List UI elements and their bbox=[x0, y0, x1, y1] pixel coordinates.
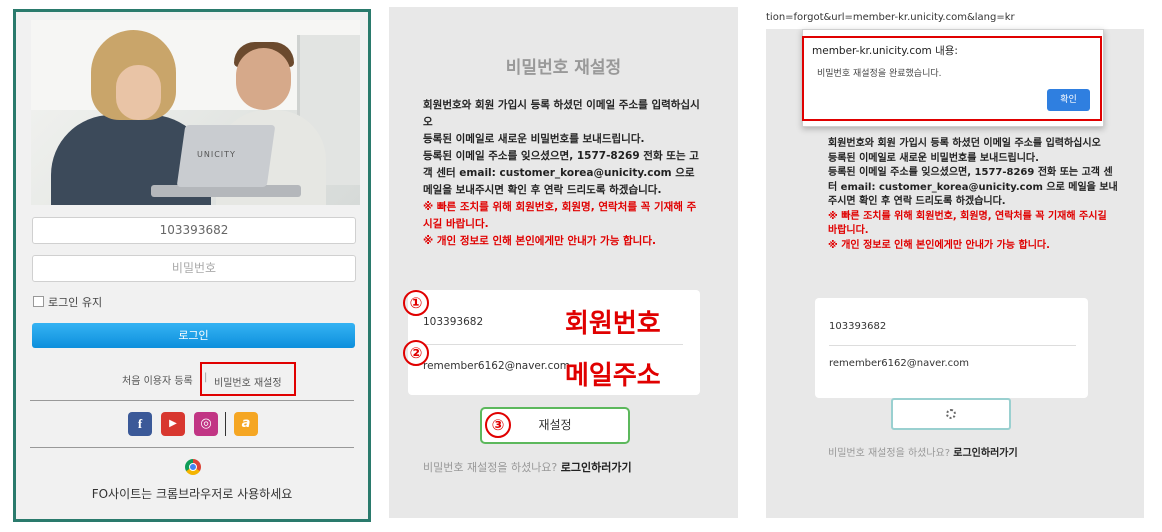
password-reset-link[interactable]: 비밀번호 재설정 bbox=[214, 374, 282, 389]
keep-login-checkbox[interactable]: 로그인 유지 bbox=[33, 294, 102, 310]
step-3-marker: ③ bbox=[485, 412, 511, 438]
email-input[interactable]: remember6162@naver.com bbox=[423, 360, 570, 372]
hero-photo: UNICITY bbox=[31, 20, 360, 205]
youtube-icon[interactable]: ▶ bbox=[161, 412, 185, 436]
step-1-marker: ① bbox=[403, 290, 429, 316]
footer-question: 비밀번호 재설정을 하셨나요? bbox=[423, 461, 558, 474]
password-reset-highlight: 비밀번호 재설정 bbox=[200, 362, 296, 396]
laptop-logo: UNICITY bbox=[197, 150, 236, 159]
instruction-line: 회원번호와 회원 가입시 등록 하셨던 이메일 주소를 입력하십시오 bbox=[828, 138, 1101, 149]
instructions: 회원번호와 회원 가입시 등록 하셨던 이메일 주소를 입력하십시오 등록된 이… bbox=[423, 97, 703, 250]
login-panel: UNICITY 103393682 비밀번호 로그인 유지 로그인 처음 이용자… bbox=[13, 9, 371, 522]
instructions: 회원번호와 회원 가입시 등록 하셨던 이메일 주소를 입력하십시오 등록된 이… bbox=[828, 137, 1118, 253]
url-bar[interactable]: tion=forgot&url=member-kr.unicity.com&la… bbox=[766, 7, 1144, 29]
footer-question: 비밀번호 재설정을 하셨나요? bbox=[828, 448, 951, 459]
annotation-member-id: 회원번호 bbox=[565, 309, 661, 339]
warning-line: ※ 개인 정보로 인해 본인에게만 안내가 가능 합니다. bbox=[423, 235, 656, 247]
icon-separator bbox=[225, 412, 226, 436]
a-icon[interactable]: a bbox=[234, 412, 258, 436]
reset-button-loading[interactable] bbox=[891, 398, 1011, 430]
checkbox-box[interactable] bbox=[33, 296, 44, 307]
warning-line: ※ 개인 정보로 인해 본인에게만 안내가 가능 합니다. bbox=[828, 239, 1050, 251]
reset-button-label: 재설정 bbox=[538, 418, 572, 432]
instruction-line: 등록된 이메일로 새로운 비밀번호를 보내드립니다. bbox=[828, 152, 1039, 164]
keep-login-label: 로그인 유지 bbox=[48, 296, 103, 309]
reset-complete-panel: tion=forgot&url=member-kr.unicity.com&la… bbox=[766, 7, 1144, 518]
alert-message: 비밀번호 재설정을 완료했습니다. bbox=[817, 69, 942, 79]
instagram-icon[interactable]: ◎ bbox=[194, 412, 218, 436]
email-input[interactable]: remember6162@naver.com bbox=[829, 358, 969, 369]
facebook-icon[interactable]: f bbox=[128, 412, 152, 436]
reset-panel: 비밀번호 재설정 회원번호와 회원 가입시 등록 하셨던 이메일 주소를 입력하… bbox=[389, 7, 738, 518]
annotation-email: 메일주소 bbox=[565, 361, 661, 391]
instruction-line: 회원번호와 회원 가입시 등록 하셨던 이메일 주소를 입력하십시오 bbox=[423, 99, 700, 128]
login-link[interactable]: 로그인하러가기 bbox=[561, 461, 632, 474]
field-divider bbox=[423, 344, 683, 345]
alert-ok-button[interactable]: 확인 bbox=[1047, 89, 1090, 111]
step-2-marker: ② bbox=[403, 340, 429, 366]
chrome-icon bbox=[185, 459, 201, 475]
browser-note: FO사이트는 크롬브라우저로 사용하세요 bbox=[91, 487, 293, 501]
spinner-icon bbox=[946, 409, 956, 419]
divider bbox=[30, 447, 354, 448]
instruction-line: 등록된 이메일 주소를 잊으셨으면, 1577-8269 전화 또는 고객 센터… bbox=[423, 150, 699, 196]
page-title: 비밀번호 재설정 bbox=[505, 58, 622, 78]
login-link[interactable]: 로그인하러가기 bbox=[953, 448, 1017, 459]
member-id-input[interactable]: 103393682 bbox=[423, 316, 483, 328]
warning-line: ※ 빠른 조치를 위해 회원번호, 회원명, 연락처를 꼭 기재해 주시길 바랍… bbox=[828, 210, 1107, 237]
member-id-input[interactable]: 103393682 bbox=[32, 217, 356, 244]
reset-form-card: 103393682 remember6162@naver.com bbox=[815, 298, 1088, 398]
divider bbox=[30, 400, 354, 401]
footer: 비밀번호 재설정을 하셨나요? 로그인하러가기 bbox=[423, 459, 632, 475]
login-links: 처음 이용자 등록 | 비밀번호 재설정 bbox=[16, 362, 368, 396]
instruction-line: 등록된 이메일로 새로운 비밀번호를 보내드립니다. bbox=[423, 133, 645, 145]
alert-title: member-kr.unicity.com 내용: bbox=[812, 45, 958, 57]
login-button[interactable]: 로그인 bbox=[32, 323, 355, 348]
member-id-input[interactable]: 103393682 bbox=[829, 321, 886, 332]
footer: 비밀번호 재설정을 하셨나요? 로그인하러가기 bbox=[828, 444, 1018, 459]
login-panel-body: UNICITY 103393682 비밀번호 로그인 유지 로그인 처음 이용자… bbox=[16, 12, 368, 519]
instruction-line: 등록된 이메일 주소를 잊으셨으면, 1577-8269 전화 또는 고객 센터… bbox=[828, 167, 1118, 207]
first-time-register-link[interactable]: 처음 이용자 등록 bbox=[122, 372, 193, 387]
password-input[interactable]: 비밀번호 bbox=[32, 255, 356, 282]
warning-line: ※ 빠른 조치를 위해 회원번호, 회원명, 연락처를 꼭 기재해 주시길 바랍… bbox=[423, 201, 697, 230]
field-divider bbox=[829, 345, 1076, 346]
